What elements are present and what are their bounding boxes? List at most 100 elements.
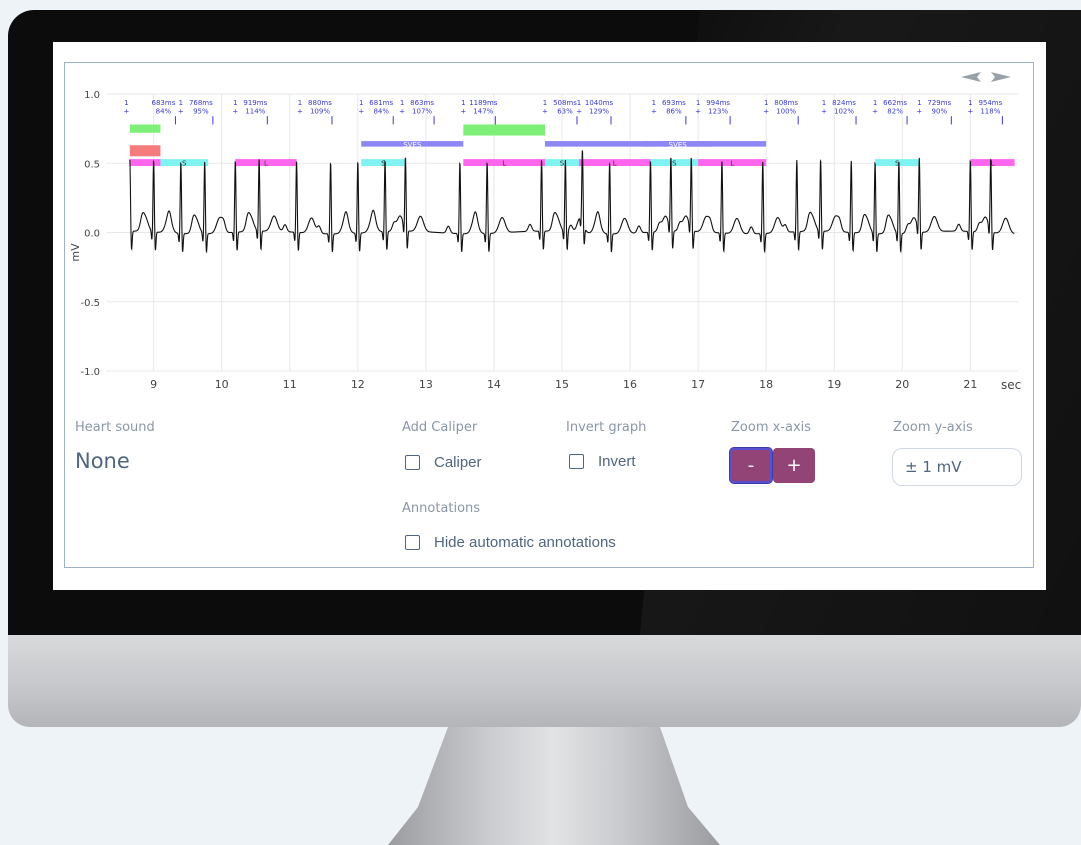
- rr-percent-label: 84%: [373, 107, 389, 115]
- beat-count-label: 1: [461, 99, 465, 107]
- rr-percent-label: 84%: [156, 107, 172, 115]
- rr-interval-label: 683ms: [152, 99, 176, 107]
- rr-interval-label: 693ms: [662, 99, 686, 107]
- y-tick-label: -0.5: [80, 298, 100, 309]
- x-tick-label: 21: [963, 378, 977, 391]
- x-tick-label: 20: [895, 378, 909, 391]
- caliper-checkbox-label: Caliper: [434, 454, 482, 471]
- rr-percent-label: 129%: [589, 107, 609, 115]
- invert-checkbox[interactable]: [569, 454, 584, 469]
- beat-count-label: 1: [764, 99, 768, 107]
- x-axis-unit: sec: [1001, 378, 1021, 392]
- beat-plus-label: +: [542, 107, 548, 115]
- beat-plus-label: +: [178, 107, 184, 115]
- caliper-checkbox-row[interactable]: Caliper: [405, 454, 482, 471]
- rr-percent-label: 123%: [708, 107, 728, 115]
- beat-count-label: 1: [577, 99, 581, 107]
- annotation-band-label: L: [730, 160, 734, 168]
- rr-interval-label: 1189ms: [469, 99, 498, 107]
- arrow-right-icon[interactable]: [991, 72, 1011, 82]
- annotation-band: [463, 124, 545, 136]
- rr-interval-label: 681ms: [369, 99, 393, 107]
- beat-plus-label: +: [576, 107, 582, 115]
- beat-count-label: 1: [652, 99, 656, 107]
- rr-interval-label: 1040ms: [585, 99, 614, 107]
- zoom-in-button[interactable]: +: [773, 448, 815, 483]
- beat-count-label: 1: [298, 99, 302, 107]
- rr-percent-label: 114%: [245, 107, 265, 115]
- caliper-checkbox[interactable]: [405, 455, 420, 470]
- annotation-band: [129, 159, 161, 167]
- annotation-band-label: L: [502, 160, 506, 168]
- annotation-band-label: S: [560, 160, 565, 168]
- beat-plus-label: +: [651, 107, 657, 115]
- invert-checkbox-label: Invert: [598, 453, 636, 470]
- beat-count-label: 1: [543, 99, 547, 107]
- rr-percent-label: 63%: [557, 107, 573, 115]
- annotation-band-label: L: [613, 160, 617, 168]
- zoom-out-button[interactable]: -: [730, 448, 772, 483]
- rr-percent-label: 86%: [666, 107, 682, 115]
- rr-percent-label: 100%: [776, 107, 796, 115]
- beat-plus-label: +: [872, 107, 878, 115]
- beat-count-label: 1: [873, 99, 877, 107]
- beat-count-label: 1: [124, 99, 128, 107]
- heart-sound-label: Heart sound: [75, 420, 155, 435]
- annotations-label: Annotations: [402, 501, 481, 516]
- rr-percent-label: 102%: [834, 107, 854, 115]
- invert-graph-label: Invert graph: [566, 420, 647, 435]
- rr-percent-label: 82%: [887, 107, 903, 115]
- zoom-y-label: Zoom y-axis: [893, 420, 973, 435]
- beat-plus-label: +: [916, 107, 922, 115]
- annotation-band-label: SVES: [403, 141, 422, 149]
- rr-percent-label: 95%: [193, 107, 209, 115]
- beat-plus-label: +: [232, 107, 238, 115]
- beat-plus-label: +: [460, 107, 466, 115]
- rr-interval-label: 729ms: [927, 99, 951, 107]
- beat-plus-label: +: [399, 107, 405, 115]
- monitor-chin: [8, 635, 1081, 727]
- arrow-left-icon[interactable]: [961, 72, 981, 82]
- beat-plus-label: +: [967, 107, 973, 115]
- x-tick-label: 10: [215, 378, 229, 391]
- x-tick-label: 12: [351, 378, 365, 391]
- annotation-band: [129, 124, 161, 133]
- rr-interval-label: 768ms: [189, 99, 213, 107]
- x-tick-label: 13: [419, 378, 433, 391]
- rr-percent-label: 118%: [980, 107, 1000, 115]
- screen: SVESSVESSVESSLSLSLSLSL 1+683ms84%1+768ms…: [53, 42, 1046, 590]
- y-tick-label: 0.5: [84, 159, 100, 170]
- beat-count-label: 1: [400, 99, 404, 107]
- x-tick-label: 14: [487, 378, 501, 391]
- invert-checkbox-row[interactable]: Invert: [569, 453, 636, 470]
- beat-count-label: 1: [917, 99, 921, 107]
- zoom-y-input[interactable]: [892, 448, 1022, 486]
- rr-interval-label: 880ms: [308, 99, 332, 107]
- hide-annotations-checkbox-label: Hide automatic annotations: [434, 534, 616, 551]
- x-tick-label: 9: [150, 378, 157, 391]
- annotation-band-label: SVES: [669, 141, 688, 149]
- annotation-band: [129, 145, 161, 157]
- beat-plus-label: +: [821, 107, 827, 115]
- rr-interval-label: 994ms: [706, 99, 730, 107]
- rr-percent-label: 109%: [310, 107, 330, 115]
- x-tick-label: 15: [555, 378, 569, 391]
- hide-annotations-checkbox-row[interactable]: Hide automatic annotations: [405, 534, 616, 551]
- rr-interval-label: 808ms: [774, 99, 798, 107]
- rr-interval-label: 662ms: [883, 99, 907, 107]
- rr-percent-label: 107%: [412, 107, 432, 115]
- y-tick-label: -1.0: [80, 367, 100, 378]
- beat-plus-label: +: [695, 107, 701, 115]
- hide-annotations-checkbox[interactable]: [405, 535, 420, 550]
- annotation-band-label: L: [264, 160, 268, 168]
- ecg-chart[interactable]: SVESSVESSVESSLSLSLSLSL 1+683ms84%1+768ms…: [65, 63, 1033, 408]
- beat-count-label: 1: [822, 99, 826, 107]
- x-tick-label: 18: [759, 378, 773, 391]
- add-caliper-label: Add Caliper: [402, 420, 478, 435]
- x-tick-label: 16: [623, 378, 637, 391]
- beat-plus-label: +: [123, 107, 129, 115]
- rr-percent-label: 90%: [932, 107, 948, 115]
- monitor-stand: [388, 727, 720, 845]
- rr-interval-label: 863ms: [410, 99, 434, 107]
- annotation-band-label: S: [182, 160, 187, 168]
